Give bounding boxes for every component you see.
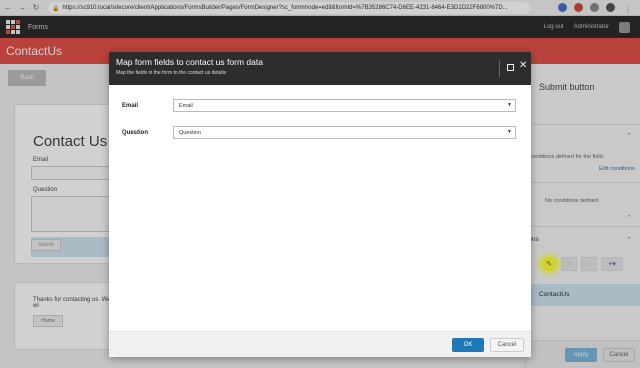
- dialog-subtitle: Map the fields in the form to the contac…: [116, 70, 227, 76]
- ok-button[interactable]: OK: [452, 338, 484, 352]
- dropdown-caret-icon: ▼: [507, 129, 512, 135]
- question-mapping-value: Question: [179, 129, 202, 136]
- dropdown-caret-icon: ▼: [507, 102, 512, 108]
- map-fields-dialog: Map form fields to contact us form data …: [109, 52, 531, 357]
- cancel-button[interactable]: Cancel: [490, 338, 524, 352]
- dialog-title: Map form fields to contact us form data: [116, 57, 263, 67]
- question-mapping-label: Question: [122, 130, 149, 136]
- email-mapping-label: Email: [122, 103, 139, 109]
- header-divider: [499, 60, 500, 77]
- question-mapping-select[interactable]: Question ▼: [173, 126, 516, 139]
- dialog-header: Map form fields to contact us form data …: [109, 52, 531, 85]
- dialog-footer: OK Cancel: [109, 331, 531, 357]
- email-mapping-select[interactable]: Email ▼: [173, 99, 516, 112]
- close-icon[interactable]: ✕: [519, 61, 527, 71]
- maximize-icon[interactable]: [507, 64, 514, 71]
- email-mapping-value: Email: [179, 102, 193, 109]
